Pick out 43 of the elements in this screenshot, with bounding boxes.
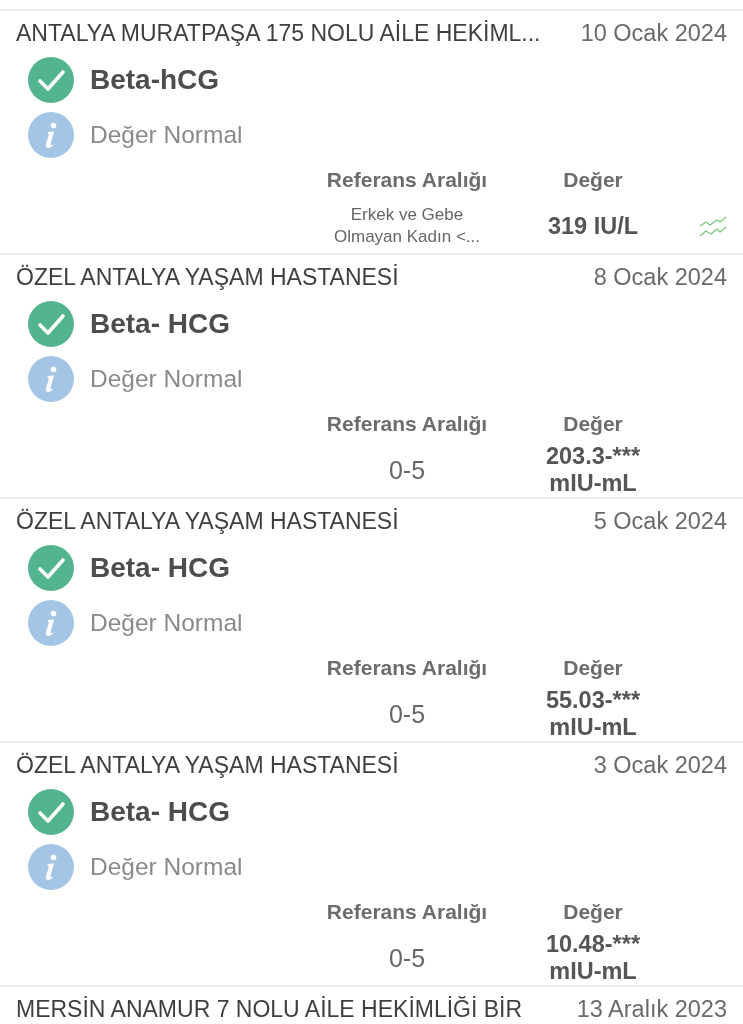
trend-chart-icon[interactable]	[699, 216, 727, 238]
info-icon	[28, 600, 74, 646]
column-header: Referans Aralığı	[325, 411, 489, 437]
check-circle-icon	[28, 57, 74, 103]
result-value: 55.03-*** mIU-mL	[544, 687, 642, 741]
test-name: Beta- HCG	[90, 796, 230, 828]
column-header: Değer	[562, 167, 624, 193]
status-note: Değer Normal	[90, 121, 243, 149]
result-value: 319 IU/L	[547, 212, 639, 240]
test-name: Beta- HCG	[90, 308, 230, 340]
reference-range: 0-5	[388, 944, 426, 972]
institution-name: ÖZEL ANTALYA YAŞAM HASTANESİ	[16, 263, 399, 291]
reference-range: Erkek ve Gebe Olmayan Kadın <...	[333, 204, 481, 248]
reference-range: 0-5	[388, 456, 426, 484]
column-header: Referans Aralığı	[325, 899, 489, 925]
column-header: Referans Aralığı	[325, 167, 489, 193]
result-value: 10.48-*** mIU-mL	[544, 931, 642, 985]
check-circle-icon	[28, 545, 74, 591]
column-header: Değer	[562, 655, 624, 681]
column-header: Referans Aralığı	[325, 655, 489, 681]
result-value: 203.3-*** mIU-mL	[544, 443, 642, 497]
result-date: 13 Aralık 2023	[576, 995, 727, 1023]
column-header: Değer	[562, 411, 624, 437]
info-icon	[28, 112, 74, 158]
info-icon	[28, 356, 74, 402]
result-date: 3 Ocak 2024	[593, 751, 727, 779]
test-name: Beta- HCG	[90, 552, 230, 584]
check-circle-icon	[28, 789, 74, 835]
institution-name: ANTALYA MURATPAŞA 175 NOLU AİLE HEKİML...	[16, 19, 541, 47]
column-header: Değer	[562, 899, 624, 925]
test-name: Beta-hCG	[90, 64, 220, 96]
institution-name: MERSİN ANAMUR 7 NOLU AİLE HEKİMLİĞİ BİR	[16, 995, 523, 1023]
info-icon	[28, 844, 74, 890]
institution-name: ÖZEL ANTALYA YAŞAM HASTANESİ	[16, 751, 399, 779]
institution-name: ÖZEL ANTALYA YAŞAM HASTANESİ	[16, 507, 399, 535]
reference-range: 0-5	[388, 700, 426, 728]
result-date: 10 Ocak 2024	[580, 19, 727, 47]
check-circle-icon	[28, 301, 74, 347]
status-note: Değer Normal	[90, 609, 243, 637]
status-note: Değer Normal	[90, 853, 243, 881]
result-date: 5 Ocak 2024	[593, 507, 727, 535]
result-date: 8 Ocak 2024	[593, 263, 727, 291]
status-note: Değer Normal	[90, 365, 243, 393]
